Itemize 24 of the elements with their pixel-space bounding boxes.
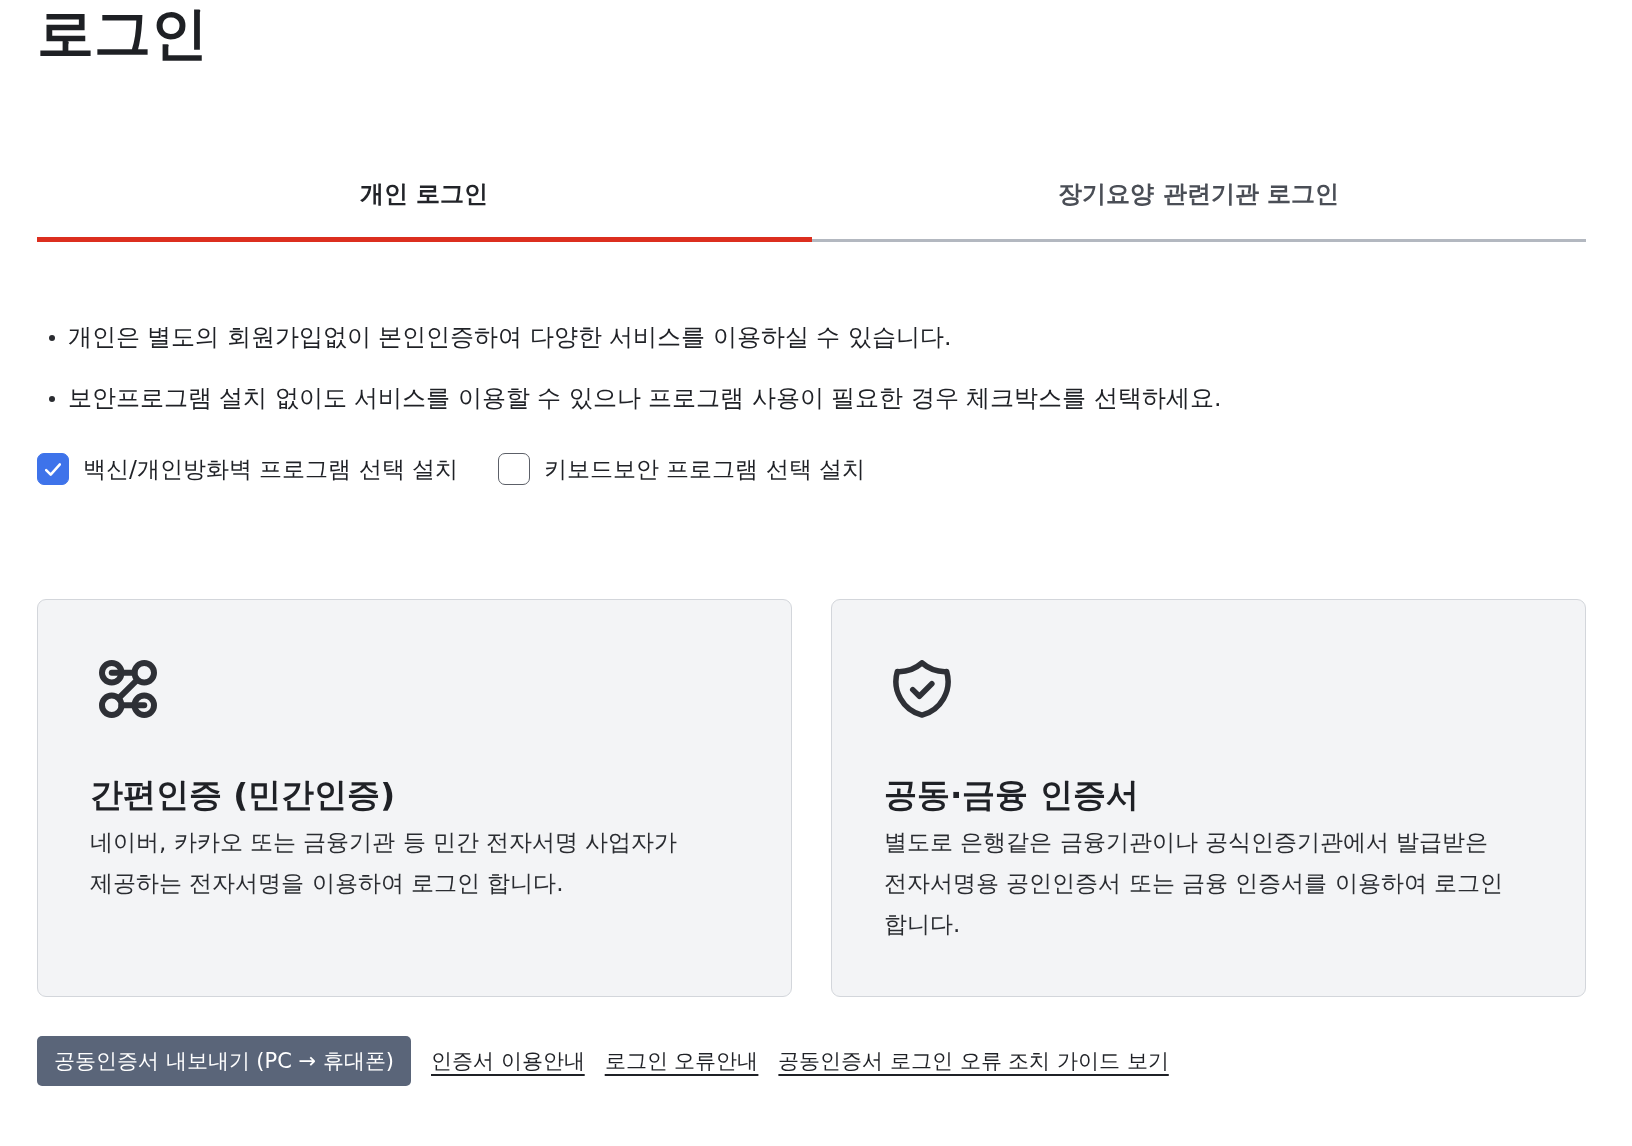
- tab[interactable]: 개인 로그인: [37, 177, 812, 242]
- help-link[interactable]: 공동인증서 로그인 오류 조치 가이드 보기: [778, 1046, 1169, 1076]
- help-link[interactable]: 로그인 오류안내: [604, 1046, 759, 1076]
- connected-circles-icon: [99, 660, 157, 718]
- checkbox-label: 키보드보안 프로그램 선택 설치: [544, 454, 866, 484]
- card-description: 별도로 은행같은 금융기관이나 공식인증기관에서 발급받은 전자서명용 공인인증서 또는 금융 인증서를 이용하여 로그인 합니다.: [884, 828, 1504, 939]
- notice-text: 보안프로그램 설치 없이도 서비스를 이용할 수 있으나 프로그램 사용이 필요한 경우 체크박스를 선택하세요.: [68, 383, 1222, 414]
- checkbox[interactable]: [498, 453, 531, 485]
- card-title: 공동·금융 인증서: [884, 775, 1139, 816]
- help-link[interactable]: 인증서 이용안내: [431, 1046, 585, 1076]
- checkbox-label: 백신/개인방화벽 프로그램 선택 설치: [83, 454, 459, 484]
- bullet-icon: [49, 395, 55, 402]
- page-title: 로그인: [37, 0, 208, 66]
- notice-text: 개인은 별도의 회원가입없이 본인인증하여 다양한 서비스를 이용하실 수 있습니다.: [68, 322, 952, 353]
- card-description: 네이버, 카카오 또는 금융기관 등 민간 전자서명 사업자가 제공하는 전자서명을 이용하여 로그인 합니다.: [90, 828, 679, 898]
- bullet-icon: [49, 334, 55, 341]
- card-title: 간편인증 (민간인증): [90, 775, 396, 816]
- login-option-card[interactable]: 간편인증 (민간인증) 네이버, 카카오 또는 금융기관 등 민간 전자서명 사업자가 제공하는 전자서명을 이용하여 로그인 합니다.: [37, 599, 792, 997]
- checkbox[interactable]: [37, 453, 69, 485]
- login-option-card[interactable]: 공동·금융 인증서 별도로 은행같은 금융기관이나 공식인증기관에서 발급받은 전자서명용 공인인증서 또는 금융 인증서를 이용하여 로그인 합니다.: [831, 599, 1586, 997]
- export-button[interactable]: 공동인증서 내보내기 (PC → 휴대폰): [37, 1036, 411, 1086]
- tab[interactable]: 장기요양 관련기관 로그인: [811, 177, 1586, 242]
- shield-check-icon: [893, 660, 951, 718]
- checkmark-icon: [45, 462, 61, 476]
